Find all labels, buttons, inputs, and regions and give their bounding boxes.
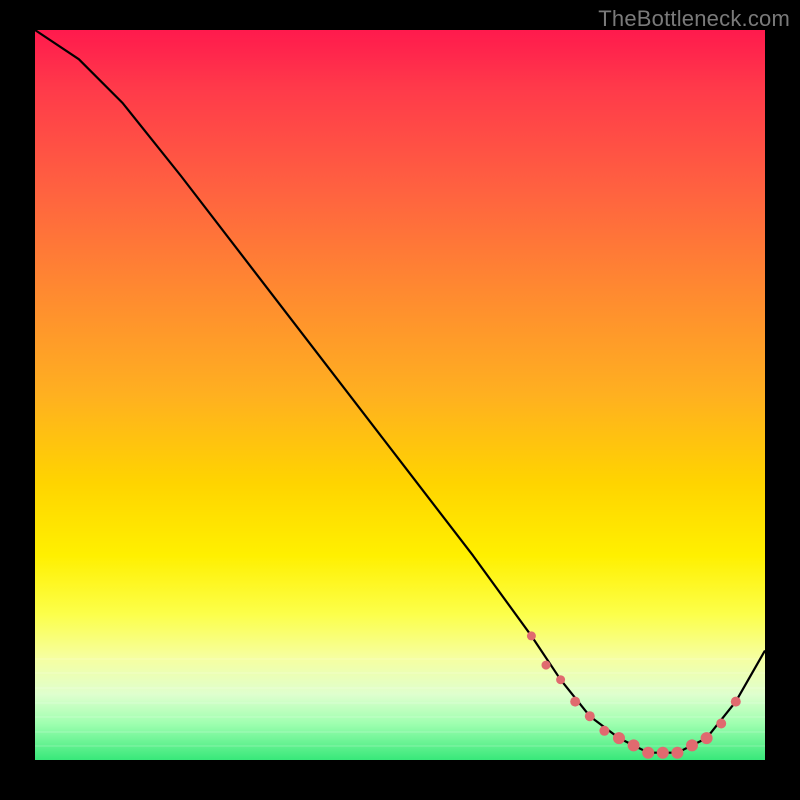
chart-stage: TheBottleneck.com	[0, 0, 800, 800]
data-marker	[716, 719, 726, 729]
bottleneck-curve	[35, 30, 765, 753]
data-marker	[628, 739, 640, 751]
data-marker	[542, 661, 551, 670]
data-marker	[613, 732, 625, 744]
data-marker	[642, 747, 654, 759]
data-marker	[731, 697, 741, 707]
watermark-text: TheBottleneck.com	[598, 6, 790, 32]
data-marker	[686, 739, 698, 751]
data-marker	[599, 726, 609, 736]
data-marker	[527, 631, 536, 640]
marker-group	[527, 631, 741, 758]
data-marker	[556, 675, 565, 684]
data-marker	[570, 697, 580, 707]
data-marker	[701, 732, 713, 744]
data-marker	[657, 747, 669, 759]
plot-area	[35, 30, 765, 760]
data-marker	[585, 711, 595, 721]
data-marker	[671, 747, 683, 759]
curve-layer	[35, 30, 765, 760]
